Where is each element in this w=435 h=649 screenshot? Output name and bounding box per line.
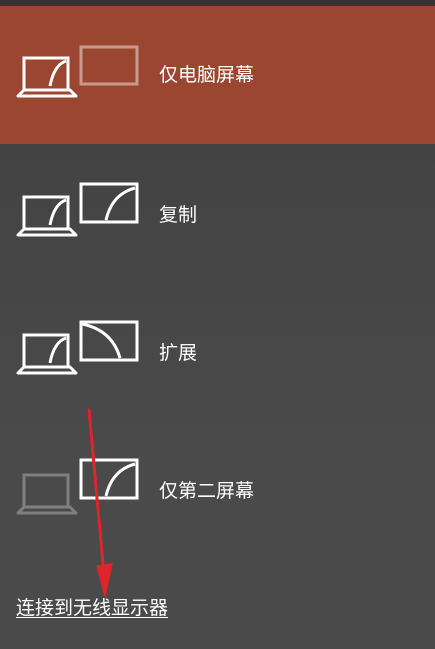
option-duplicate[interactable]: 复制 [0,144,435,282]
connect-wireless-display-link[interactable]: 连接到无线显示器 [16,596,168,620]
option-label: 仅第二屏幕 [159,480,255,502]
option-label: 扩展 [159,342,198,364]
option-pc-screen-only[interactable]: 仅电脑屏幕 [0,6,435,144]
option-extend[interactable]: 扩展 [0,282,435,420]
extend-icon [16,320,139,375]
duplicate-icon [16,182,139,237]
pc-screen-only-icon [16,45,139,98]
second-screen-only-icon [16,458,139,515]
option-second-screen-only[interactable]: 仅第二屏幕 [0,420,435,558]
option-label: 仅电脑屏幕 [159,64,255,86]
option-label: 复制 [159,204,198,226]
